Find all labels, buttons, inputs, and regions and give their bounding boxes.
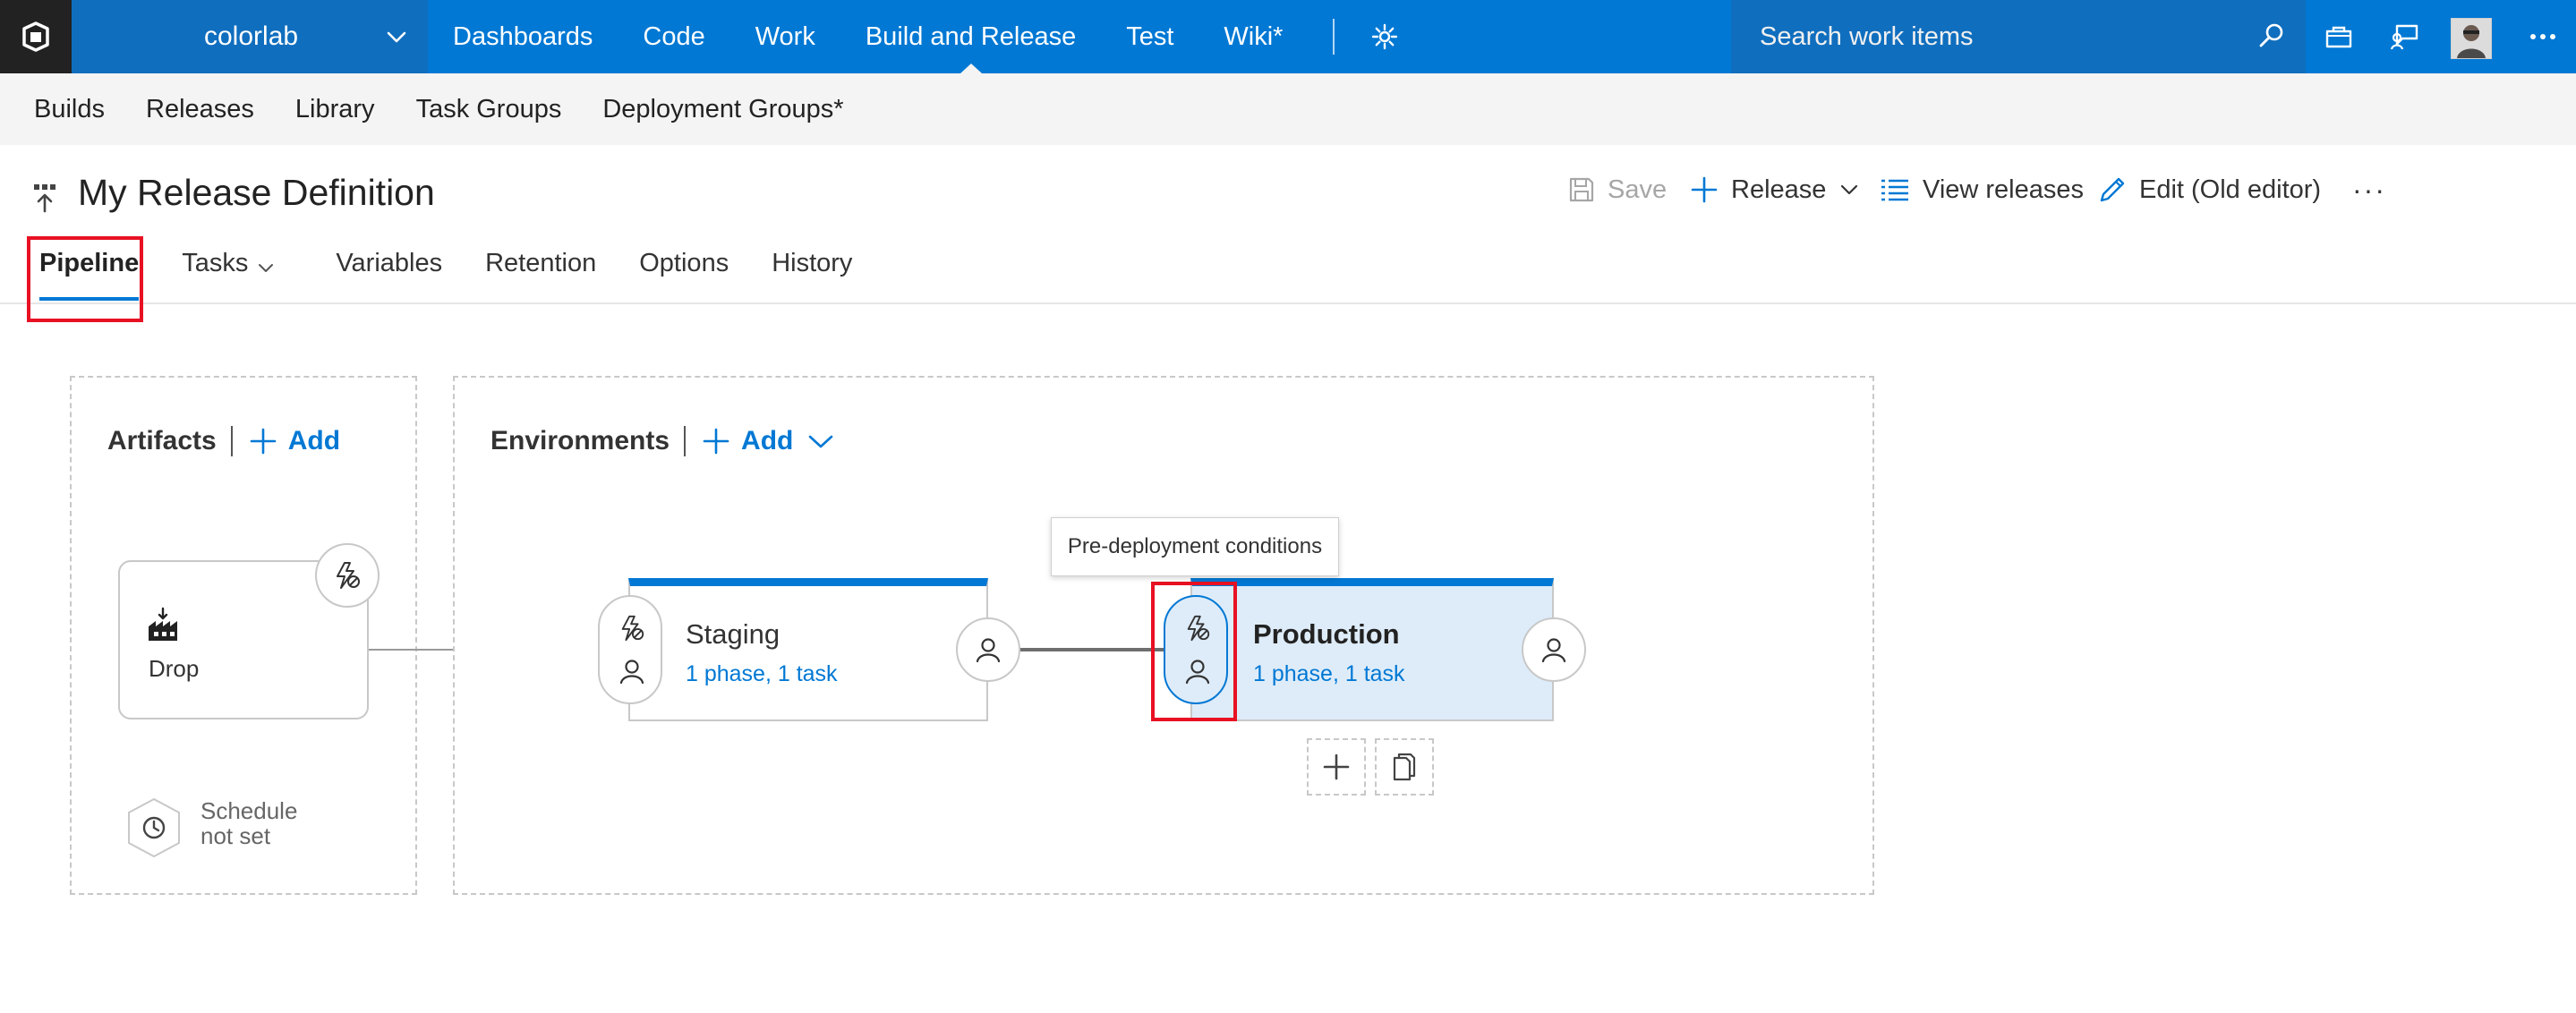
nav-test[interactable]: Test [1101, 0, 1198, 73]
tab-retention[interactable]: Retention [485, 249, 596, 301]
sub-nav: Builds Releases Library Task Groups Depl… [0, 73, 2576, 145]
nav-work[interactable]: Work [730, 0, 840, 73]
nav-build-and-release[interactable]: Build and Release [840, 0, 1101, 73]
project-name: colorlab [204, 21, 299, 51]
artifacts-header: Artifacts Add [107, 426, 340, 456]
lightning-trigger-icon [618, 613, 646, 643]
pre-deployment-conditions-staging[interactable] [598, 595, 662, 704]
plus-icon [1690, 175, 1719, 204]
copy-icon [1391, 753, 1418, 781]
clock-icon[interactable] [125, 796, 183, 859]
page-title: My Release Definition [78, 172, 435, 213]
search-placeholder: Search work items [1760, 22, 1974, 51]
nav-divider [1333, 19, 1335, 55]
environment-name: Production [1253, 618, 1400, 650]
pencil-icon [2098, 175, 2127, 204]
plus-icon [702, 427, 730, 455]
person-icon [618, 658, 645, 685]
add-artifact-button[interactable]: Add [249, 426, 340, 456]
lightning-trigger-icon[interactable] [315, 543, 380, 608]
more-icon[interactable] [2510, 0, 2576, 73]
schedule-label: Schedule not set [200, 797, 298, 849]
add-environment-label: Add [741, 426, 794, 455]
bag-icon[interactable] [2306, 0, 2372, 73]
add-artifact-label: Add [287, 426, 341, 455]
environment-summary-link[interactable]: 1 phase, 1 task [686, 661, 838, 687]
save-button[interactable]: Save [1568, 170, 1667, 209]
more-actions-button[interactable]: ··· [2352, 170, 2386, 209]
definition-tabs: Pipeline Tasks Variables Retention Optio… [39, 249, 895, 301]
chevron-down-icon [807, 430, 834, 452]
artifacts-title: Artifacts [107, 426, 217, 455]
tab-pipeline[interactable]: Pipeline [39, 249, 140, 301]
search-input[interactable]: Search work items [1731, 0, 2306, 73]
list-icon [1880, 177, 1910, 202]
add-environment-button[interactable]: Add [702, 426, 834, 456]
view-releases-button[interactable]: View releases [1880, 170, 2084, 209]
release-label: Release [1731, 175, 1827, 204]
logo-icon[interactable] [0, 0, 72, 73]
chevron-down-icon [385, 25, 408, 48]
clone-environment-button[interactable] [1375, 738, 1434, 796]
avatar[interactable] [2451, 18, 2492, 59]
person-icon [1184, 658, 1211, 685]
build-factory-icon [147, 607, 183, 643]
tooltip-text: Pre-deployment conditions [1067, 534, 1323, 558]
plus-icon [1322, 753, 1351, 781]
artifact-name: Drop [149, 655, 200, 682]
subnav-builds[interactable]: Builds [34, 95, 105, 124]
nav-wiki[interactable]: Wiki* [1198, 0, 1308, 73]
chevron-down-icon [1838, 179, 1860, 200]
environment-summary-link[interactable]: 1 phase, 1 task [1253, 661, 1405, 687]
top-bar: colorlab Dashboards Code Work Build and … [0, 0, 2576, 73]
tab-history[interactable]: History [772, 249, 852, 301]
save-icon [1568, 176, 1595, 203]
post-deployment-conditions-production[interactable] [1522, 617, 1586, 682]
nav-code[interactable]: Code [618, 0, 729, 73]
subnav-deployment-groups[interactable]: Deployment Groups* [602, 95, 843, 124]
post-deployment-conditions-staging[interactable] [956, 617, 1020, 682]
feedback-icon[interactable] [2372, 0, 2438, 73]
environments-title: Environments [490, 426, 670, 455]
environment-card-staging[interactable]: Staging 1 phase, 1 task [628, 578, 988, 721]
save-label: Save [1608, 175, 1668, 204]
header-divider [230, 426, 233, 456]
environment-name: Staging [686, 618, 780, 650]
header-divider [684, 426, 687, 456]
tab-tasks-label: Tasks [182, 249, 249, 277]
release-button[interactable]: Release [1690, 170, 1860, 209]
person-icon [1540, 636, 1567, 663]
edit-old-editor-label: Edit (Old editor) [2139, 175, 2322, 204]
pre-deployment-conditions-production[interactable] [1164, 595, 1228, 704]
search-icon[interactable] [2257, 21, 2286, 50]
environment-card-production[interactable]: Production 1 phase, 1 task [1190, 578, 1554, 721]
tab-options[interactable]: Options [639, 249, 729, 301]
tooltip: Pre-deployment conditions [1051, 517, 1339, 576]
plus-icon [249, 427, 277, 455]
more-label: ··· [2352, 173, 2386, 206]
nav-dashboards[interactable]: Dashboards [428, 0, 618, 73]
release-definition-icon [32, 183, 61, 213]
tab-variables[interactable]: Variables [336, 249, 442, 301]
tab-tasks[interactable]: Tasks [182, 249, 275, 301]
environments-header: Environments Add [490, 426, 834, 456]
chevron-down-icon [257, 260, 275, 277]
view-releases-label: View releases [1923, 175, 2085, 204]
lightning-trigger-icon [1183, 613, 1212, 643]
schedule-status[interactable]: Schedule not set [200, 798, 297, 848]
tabs-divider [0, 302, 2576, 304]
person-icon [975, 636, 1002, 663]
add-environment-after-button[interactable] [1307, 738, 1366, 796]
subnav-releases[interactable]: Releases [146, 95, 254, 124]
subnav-task-groups[interactable]: Task Groups [416, 95, 562, 124]
top-nav: Dashboards Code Work Build and Release T… [428, 0, 1410, 73]
edit-old-editor-button[interactable]: Edit (Old editor) [2098, 170, 2321, 209]
subnav-library[interactable]: Library [295, 95, 375, 124]
gear-icon[interactable] [1360, 0, 1410, 73]
project-selector[interactable]: colorlab [72, 0, 428, 73]
